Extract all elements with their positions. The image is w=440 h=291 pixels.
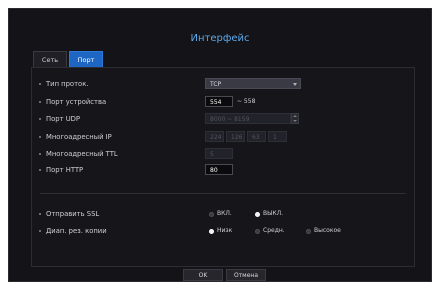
dialog-title: Интерфейс [190, 33, 250, 44]
radio-off-icon [209, 211, 214, 217]
backup-medium-radio[interactable]: Средн. [255, 225, 285, 237]
row-device-port: Порт устройства 554 ~ 558 [32, 96, 416, 108]
tab-port[interactable]: Порт [69, 51, 103, 67]
interface-dialog: Интерфейс Сеть Порт Тип проток. TCP Порт… [8, 8, 432, 282]
multicast-ip-octet-4: 1 [268, 131, 287, 142]
row-send-ssl: Отправить SSL ВКЛ. ВЫКЛ. [32, 208, 416, 220]
section-divider [40, 193, 406, 194]
ssl-off-label: ВЫКЛ. [263, 210, 284, 217]
udp-port-label: Порт UDP [38, 115, 81, 123]
ssl-on-label: ВКЛ. [217, 210, 232, 217]
ssl-on-radio[interactable]: ВКЛ. [209, 208, 232, 220]
cancel-button[interactable]: Отмена [226, 269, 266, 281]
backup-medium-label: Средн. [263, 227, 285, 234]
multicast-ip-octet-1: 224 [205, 131, 224, 142]
udp-port-stepper [291, 113, 299, 124]
protocol-select[interactable]: TCP [205, 78, 301, 89]
row-multicast-ttl: Многоадресный TTL 5 [32, 148, 416, 160]
backup-low-label: Низк [217, 227, 233, 234]
device-port-range: ~ 558 [237, 98, 256, 105]
row-protocol: Тип проток. TCP [32, 78, 416, 90]
backup-high-radio[interactable]: Высокое [306, 225, 341, 237]
http-port-label: Порт HTTP [38, 166, 84, 174]
radio-on-icon [255, 211, 260, 217]
tab-network[interactable]: Сеть [33, 51, 67, 67]
row-backup-range: Диап. рез. копии Низк Средн. Высокое [32, 225, 416, 237]
protocol-value: TCP [210, 81, 222, 88]
multicast-ip-octet-2: 126 [226, 131, 245, 142]
device-port-label: Порт устройства [38, 98, 107, 106]
udp-port-input: 8000 ~ 8159 [205, 113, 291, 124]
radio-on-icon [209, 228, 214, 234]
chevron-down-icon [293, 83, 297, 86]
multicast-ip-octet-3: 63 [247, 131, 266, 142]
backup-high-label: Высокое [314, 227, 341, 234]
settings-panel: Тип проток. TCP Порт устройства 554 ~ 55… [31, 67, 415, 267]
http-port-input[interactable]: 80 [205, 164, 233, 175]
ssl-off-radio[interactable]: ВЫКЛ. [255, 208, 283, 220]
multicast-ttl-input: 5 [205, 148, 233, 159]
radio-off-icon [306, 228, 311, 234]
multicast-ttl-label: Многоадресный TTL [39, 150, 118, 158]
backup-low-radio[interactable]: Низк [209, 225, 232, 237]
row-udp-port: Порт UDP 8000 ~ 8159 [32, 113, 416, 125]
ok-button[interactable]: OK [183, 269, 223, 281]
multicast-ip-label: Многоадресный IP [39, 133, 112, 141]
device-port-input[interactable]: 554 [205, 96, 233, 107]
backup-range-label: Диап. рез. копии [39, 227, 107, 235]
protocol-label: Тип проток. [38, 80, 89, 88]
row-multicast-ip: Многоадресный IP 224 126 63 1 [32, 131, 416, 143]
row-http-port: Порт HTTP 80 [32, 164, 416, 176]
send-ssl-label: Отправить SSL [38, 210, 100, 218]
radio-off-icon [255, 228, 260, 234]
